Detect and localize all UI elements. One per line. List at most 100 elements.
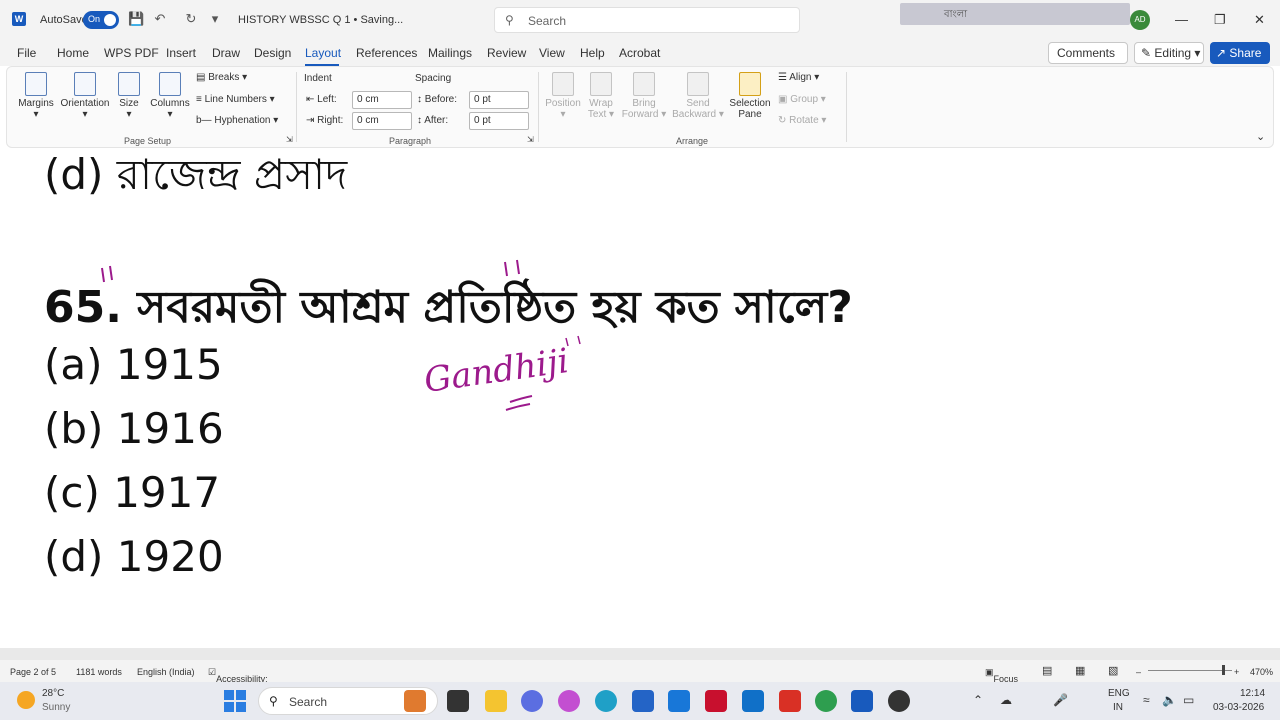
customize-toolbar-icon[interactable]: ▾ [207,11,223,27]
tab-wps-pdf[interactable]: WPS PDF [104,46,159,60]
redo-icon[interactable]: ↻ [183,11,199,27]
tab-help[interactable]: Help [580,46,605,60]
ribbon-separator [296,72,297,142]
page-setup-launcher-icon[interactable]: ⇲ [286,135,293,144]
paragraph-launcher-icon[interactable]: ⇲ [527,135,534,144]
size-button[interactable]: Size ▾ [114,72,144,120]
volume-icon[interactable]: 🔈 [1162,693,1177,707]
microphone-icon[interactable]: 🎤 [1053,693,1068,707]
mcafee-icon[interactable] [705,690,727,712]
rotate-button[interactable]: ↻ Rotate ▾ [778,115,826,126]
file-explorer-icon[interactable] [485,690,507,712]
app-icon[interactable] [888,690,910,712]
columns-button[interactable]: Columns ▾ [148,72,192,120]
tab-layout[interactable]: Layout [305,46,341,60]
line-numbers-button[interactable]: ≡ Line Numbers ▾ [196,94,275,105]
spacing-before-field[interactable]: 0 pt [469,91,529,109]
spacing-after-field[interactable]: 0 pt [469,112,529,130]
send-backward-button[interactable]: Send Backward ▾ [670,72,726,120]
close-icon[interactable]: ✕ [1254,12,1265,28]
onedrive-icon[interactable]: ☁ [1000,693,1012,707]
language-status[interactable]: English (India) [137,667,195,677]
page-indicator[interactable]: Page 2 of 5 [10,667,56,677]
zoom-level[interactable]: 470% [1250,667,1273,677]
zoom-out-icon[interactable]: – [1136,667,1141,677]
undo-icon[interactable]: ↶ [152,11,168,27]
weather-temp[interactable]: 28°C [42,688,64,699]
tab-mailings[interactable]: Mailings [428,46,472,60]
tab-review[interactable]: Review [487,46,526,60]
copilot-icon[interactable] [558,690,580,712]
orientation-button[interactable]: Orientation ▾ [58,72,112,120]
zoom-slider-track[interactable] [1148,670,1232,671]
document-title[interactable]: HISTORY WBSSC Q 1 • Saving... [238,14,403,26]
read-mode-icon[interactable]: ▤ [1042,664,1052,677]
clock-date[interactable]: 03-03-2026 [1213,702,1264,713]
margins-button[interactable]: Margins ▾ [16,72,56,120]
tab-acrobat[interactable]: Acrobat [619,46,660,60]
page-setup-group-label: Page Setup [124,136,172,146]
zoom-in-icon[interactable]: + [1234,667,1239,677]
comments-button[interactable]: Comments [1048,42,1128,64]
search-highlight-icon[interactable] [404,690,426,712]
breaks-button[interactable]: ▤ Breaks ▾ [196,72,247,83]
word-taskbar-icon[interactable] [851,690,873,712]
task-view-icon[interactable] [447,690,469,712]
clock-time[interactable]: 12:14 [1240,688,1265,699]
zoom-slider-thumb[interactable] [1222,665,1225,675]
store-icon[interactable] [632,690,654,712]
wps-icon[interactable] [779,690,801,712]
show-hidden-icons-icon[interactable]: ⌃ [973,693,983,707]
outlook-icon[interactable] [742,690,764,712]
indent-right-field[interactable]: 0 cm [352,112,412,130]
share-button[interactable]: ↗ Share [1210,42,1270,64]
tab-design[interactable]: Design [254,46,291,60]
restore-icon[interactable]: ❐ [1214,12,1226,28]
minimize-icon[interactable]: — [1175,12,1188,27]
avatar[interactable]: AD [1130,10,1150,30]
tab-view[interactable]: View [539,46,565,60]
autosave-toggle[interactable]: On [83,11,119,29]
edge-icon[interactable] [595,690,617,712]
input-language-2[interactable]: IN [1113,702,1123,713]
pen-app-icon[interactable] [668,690,690,712]
word-logo-icon: W [12,12,26,26]
bring-forward-button[interactable]: Bring Forward ▾ [620,72,668,120]
windows-start-icon[interactable] [224,690,246,712]
todo-icon[interactable] [521,690,543,712]
wrap-text-button[interactable]: Wrap Text ▾ [584,72,618,120]
position-button[interactable]: Position ▾ [544,72,582,120]
collapse-ribbon-icon[interactable]: ⌄ [1256,130,1265,143]
align-button[interactable]: ☰ Align ▾ [778,72,819,83]
tab-home[interactable]: Home [57,46,89,60]
tab-file[interactable]: File [17,46,36,60]
language-label[interactable]: বাংলা [944,7,967,24]
input-language-1[interactable]: ENG [1108,688,1130,699]
save-icon[interactable]: 💾 [128,11,144,27]
editing-mode-button[interactable]: ✎ Editing ▾ [1134,42,1204,64]
send-backward-label-2: Backward [672,109,717,120]
indent-left-field[interactable]: 0 cm [352,91,412,109]
weather-condition[interactable]: Sunny [42,702,70,713]
search-placeholder: Search [528,14,567,28]
battery-icon[interactable]: ▭ [1183,693,1194,707]
wifi-icon[interactable]: ≈ [1143,693,1150,707]
hyphenation-button[interactable]: b— Hyphenation ▾ [196,115,278,126]
selection-pane-button[interactable]: Selection Pane [728,72,772,120]
tab-references[interactable]: References [356,46,417,60]
taskbar-search-icon: ⚲ [269,694,278,708]
tab-draw[interactable]: Draw [212,46,240,60]
tab-insert[interactable]: Insert [166,46,196,60]
document-canvas[interactable]: (d) রাজেন্দ্র প্রসাদ 65. সবরমতী আশ্রম প্… [0,150,1280,648]
print-layout-icon[interactable]: ▦ [1075,664,1085,677]
word-count[interactable]: 1181 words [76,667,122,677]
sun-icon[interactable] [17,691,35,709]
indent-left-text: Left: [317,94,337,105]
focus-button[interactable]: ▣ Focus [985,667,1018,684]
accessibility-status[interactable]: ☑ Accessibility: Good to go [208,667,268,694]
web-layout-icon[interactable]: ▧ [1108,664,1118,677]
chrome-icon[interactable] [815,690,837,712]
bring-forward-label-2: Forward [621,109,659,120]
search-box[interactable]: ⚲ Search [494,7,800,33]
group-button[interactable]: ▣ Group ▾ [778,94,826,105]
